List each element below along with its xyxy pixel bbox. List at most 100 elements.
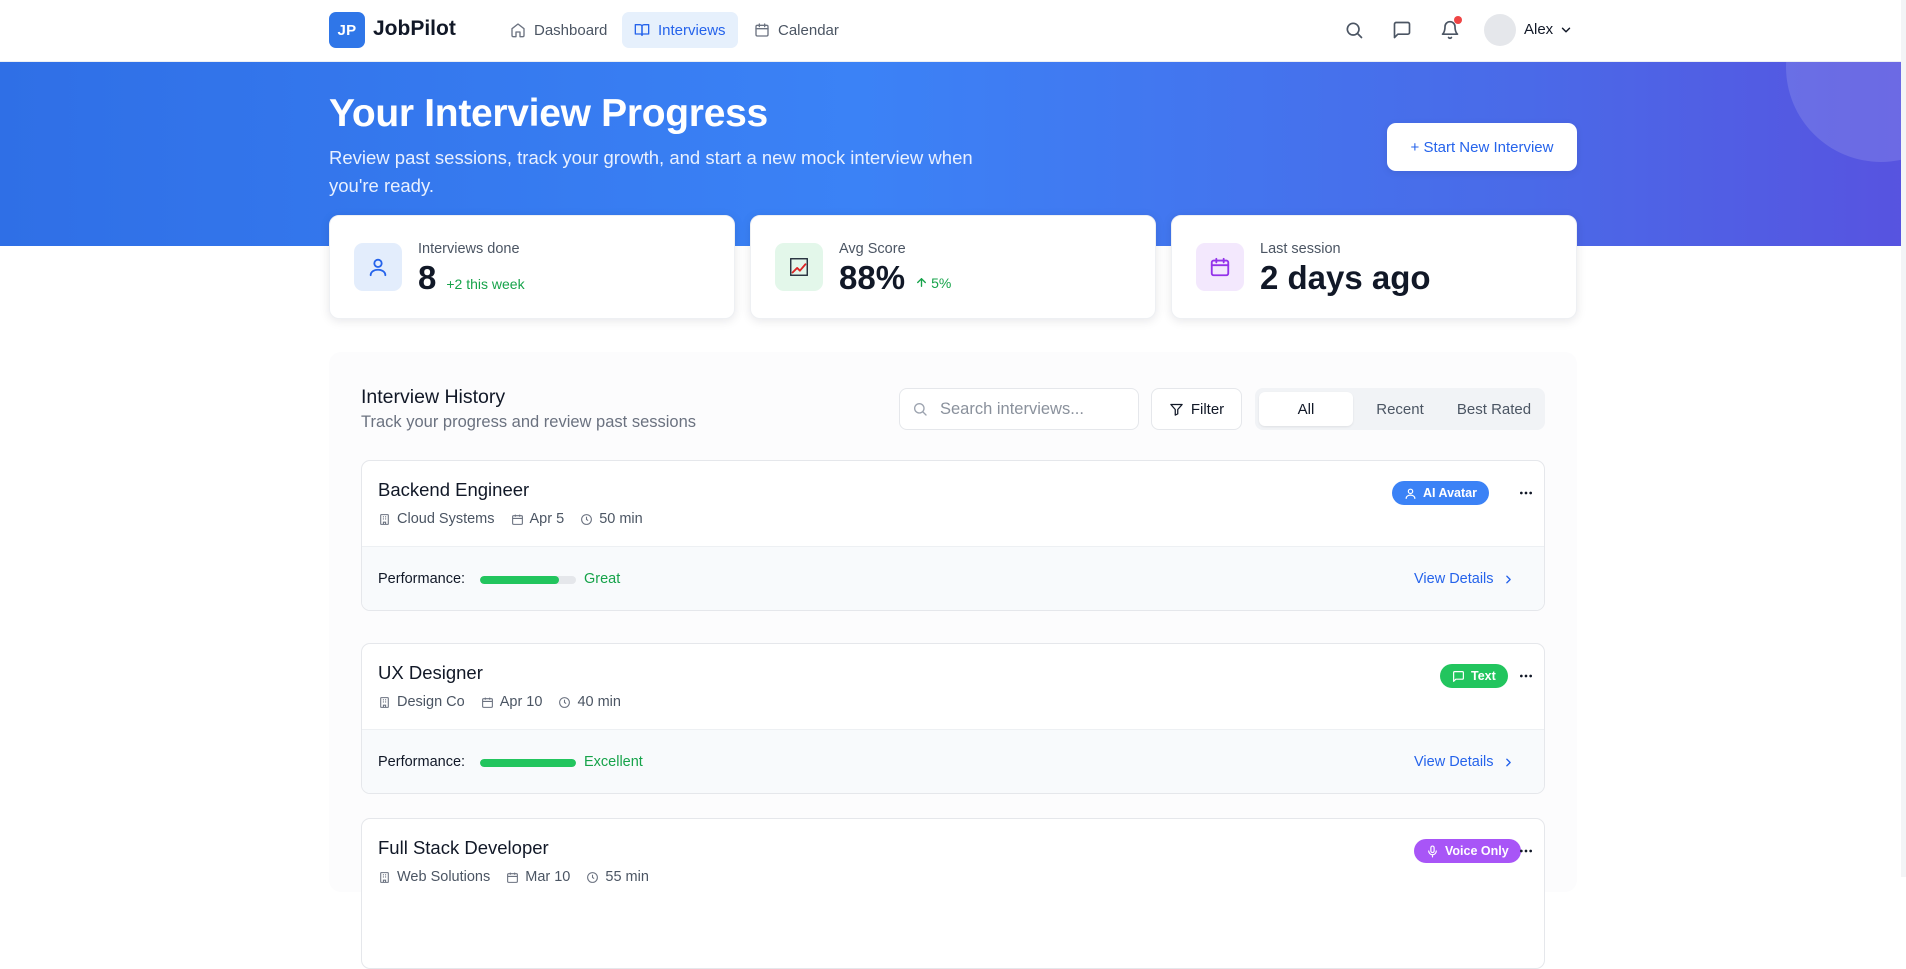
company-meta: Design Co xyxy=(378,694,465,710)
page-scrollbar[interactable] xyxy=(1901,0,1906,877)
filter-button[interactable]: Filter xyxy=(1151,388,1242,430)
nav-dashboard[interactable]: Dashboard xyxy=(498,12,619,48)
performance-bar xyxy=(480,759,576,767)
building-icon xyxy=(378,696,391,709)
company-meta: Web Solutions xyxy=(378,869,490,885)
duration-meta: 50 min xyxy=(580,511,643,527)
arrow-up-icon xyxy=(915,276,928,289)
more-options-button[interactable] xyxy=(1516,841,1536,861)
performance-label: Performance: xyxy=(378,754,466,770)
interview-date: Mar 10 xyxy=(525,869,571,885)
search-box[interactable] xyxy=(899,388,1139,430)
stat-value: 88% xyxy=(839,259,906,296)
page-subtitle: Review past sessions, track your growth,… xyxy=(329,147,973,196)
stat-value-row: 2 days ago xyxy=(1260,259,1431,297)
logo-badge[interactable]: JP xyxy=(329,12,365,48)
date-meta: Apr 10 xyxy=(481,694,542,710)
view-details-link[interactable]: View Details xyxy=(1414,754,1515,770)
more-horizontal-icon xyxy=(1518,668,1534,684)
stat-value: 2 days ago xyxy=(1260,259,1431,296)
building-icon xyxy=(378,871,391,884)
mic-icon xyxy=(1426,844,1439,858)
decorative-circle xyxy=(1786,62,1906,162)
interview-card[interactable]: Full Stack Developer Web Solutions Mar 1… xyxy=(361,818,1545,969)
date-meta: Mar 10 xyxy=(506,869,570,885)
stat-label: Interviews done xyxy=(418,241,520,257)
more-horizontal-icon xyxy=(1518,485,1534,501)
segment-best-rated[interactable]: Best Rated xyxy=(1447,392,1541,426)
filter-icon xyxy=(1169,402,1184,417)
search-input[interactable] xyxy=(940,399,1130,419)
duration-meta: 55 min xyxy=(586,869,649,885)
page-title: Your Interview Progress xyxy=(329,92,768,135)
interview-history-panel: Interview History Track your progress an… xyxy=(329,352,1577,969)
view-details-label: View Details xyxy=(1414,571,1494,587)
performance-bar xyxy=(480,576,576,584)
performance-fill xyxy=(480,576,559,584)
more-options-button[interactable] xyxy=(1516,666,1536,686)
performance-fill xyxy=(480,759,576,767)
performance-rating: Great xyxy=(584,571,621,587)
interview-duration: 50 min xyxy=(599,511,643,527)
company-name: Web Solutions xyxy=(397,869,491,885)
nav-calendar[interactable]: Calendar xyxy=(742,12,851,48)
calendar-icon xyxy=(506,871,519,884)
stat-value-row: 88% 5% xyxy=(839,259,951,297)
user-menu[interactable]: Alex xyxy=(1524,21,1573,38)
stat-delta: 5% xyxy=(931,274,952,291)
date-meta: Apr 5 xyxy=(511,511,564,527)
stat-label: Avg Score xyxy=(839,241,906,257)
stat-card-last-session: Last session 2 days ago xyxy=(1171,215,1577,319)
mode-label: Voice Only xyxy=(1445,844,1509,858)
performance-rating: Excellent xyxy=(584,754,643,770)
clock-icon xyxy=(558,696,571,709)
avatar[interactable] xyxy=(1484,14,1516,46)
chevron-down-icon xyxy=(1559,23,1573,37)
duration-meta: 40 min xyxy=(558,694,621,710)
mode-label: Text xyxy=(1471,669,1496,683)
user-icon xyxy=(354,243,402,291)
calendar-icon xyxy=(754,22,770,38)
stat-delta: +2 this week xyxy=(446,276,525,292)
app-name[interactable]: JobPilot xyxy=(373,17,456,41)
view-details-link[interactable]: View Details xyxy=(1414,571,1515,587)
more-options-button[interactable] xyxy=(1516,483,1536,503)
performance-row: Performance: Great View Details xyxy=(362,546,1544,610)
interview-card[interactable]: UX Designer Design Co Apr 10 40 min Text… xyxy=(361,643,1545,794)
performance-label: Performance: xyxy=(378,571,466,587)
notifications-button[interactable] xyxy=(1436,16,1464,44)
stat-value-row: 8 +2 this week xyxy=(418,259,525,297)
company-name: Design Co xyxy=(397,694,465,710)
start-new-interview-button[interactable]: + Start New Interview xyxy=(1387,123,1577,171)
chevron-right-icon xyxy=(1502,756,1515,769)
search-icon xyxy=(1344,20,1364,40)
performance-row: Performance: Excellent View Details xyxy=(362,729,1544,793)
interview-card[interactable]: Backend Engineer Cloud Systems Apr 5 50 … xyxy=(361,460,1545,611)
chart-icon xyxy=(775,243,823,291)
segment-recent[interactable]: Recent xyxy=(1353,392,1447,426)
calendar-icon xyxy=(481,696,494,709)
stat-card-interviews: Interviews done 8 +2 this week xyxy=(329,215,735,319)
search-icon xyxy=(912,401,928,417)
interview-duration: 40 min xyxy=(577,694,621,710)
mode-label: AI Avatar xyxy=(1423,486,1477,500)
nav-interviews[interactable]: Interviews xyxy=(622,12,738,48)
clock-icon xyxy=(586,871,599,884)
user-icon xyxy=(1404,487,1417,500)
stat-label: Last session xyxy=(1260,241,1341,257)
messages-button[interactable] xyxy=(1388,16,1416,44)
company-meta: Cloud Systems xyxy=(378,511,495,527)
job-meta: Cloud Systems Apr 5 50 min xyxy=(378,511,643,527)
chevron-right-icon xyxy=(1502,573,1515,586)
stat-value: 8 xyxy=(418,259,437,296)
mode-badge: AI Avatar xyxy=(1392,481,1489,505)
home-icon xyxy=(510,22,526,38)
search-button[interactable] xyxy=(1340,16,1368,44)
segment-all[interactable]: All xyxy=(1259,392,1353,426)
job-title: UX Designer xyxy=(378,662,483,683)
interview-duration: 55 min xyxy=(605,869,649,885)
nav-calendar-label: Calendar xyxy=(778,21,839,39)
top-nav: JP JobPilot Dashboard Interviews Calenda… xyxy=(0,0,1906,62)
view-details-label: View Details xyxy=(1414,754,1494,770)
job-title: Backend Engineer xyxy=(378,479,530,500)
